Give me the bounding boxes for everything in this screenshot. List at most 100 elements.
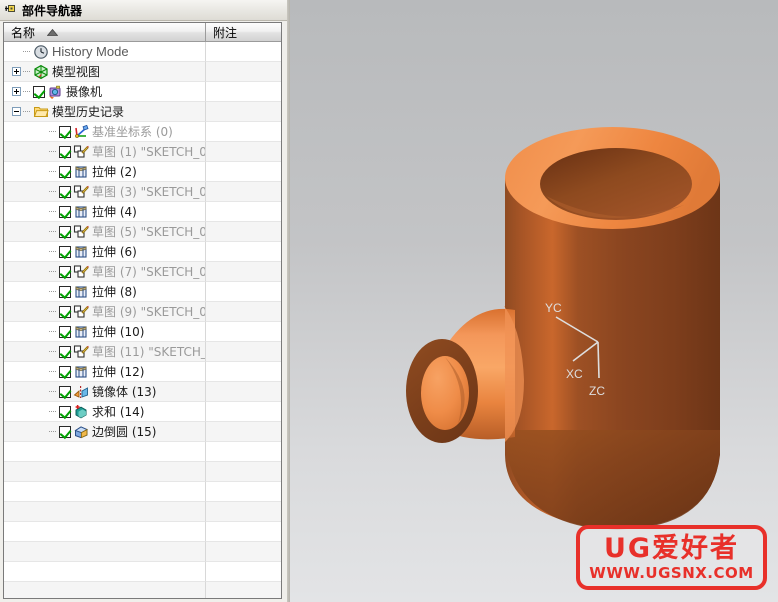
tree-row[interactable]: 模型历史记录 xyxy=(4,102,281,122)
tree-row-note-cell[interactable] xyxy=(206,262,281,282)
tree-row[interactable]: 草图 (9) "SKETCH_0... xyxy=(4,302,281,322)
pin-icon[interactable] xyxy=(0,1,22,19)
tree-row-name-cell[interactable]: 草图 (7) "SKETCH_0... xyxy=(4,262,206,282)
tree-row-note-cell[interactable] xyxy=(206,362,281,382)
tree-row[interactable]: 草图 (5) "SKETCH_0... xyxy=(4,222,281,242)
tree-row-name-cell[interactable]: 基准坐标系 (0) xyxy=(4,122,206,142)
tree-row-name-cell[interactable] xyxy=(4,522,206,542)
tree-row-note-cell[interactable] xyxy=(206,482,281,502)
tree-row-name-cell[interactable]: 草图 (11) "SKETCH_... xyxy=(4,342,206,362)
tree-row-name-cell[interactable]: 模型视图 xyxy=(4,62,206,82)
expander-box[interactable] xyxy=(12,107,21,116)
tree-row-name-cell[interactable] xyxy=(4,562,206,582)
tree-row-note-cell[interactable] xyxy=(206,302,281,322)
tree-row-name-cell[interactable]: 草图 (9) "SKETCH_0... xyxy=(4,302,206,322)
feature-suppress-checkbox[interactable] xyxy=(59,285,71,298)
feature-suppress-checkbox[interactable] xyxy=(59,165,71,178)
tree-row-note-cell[interactable] xyxy=(206,422,281,442)
tree-row[interactable]: 草图 (1) "SKETCH_0... xyxy=(4,142,281,162)
tree-empty-row[interactable] xyxy=(4,542,281,562)
tree-row[interactable]: 拉伸 (2) xyxy=(4,162,281,182)
feature-suppress-checkbox[interactable] xyxy=(59,425,71,438)
tree-row-note-cell[interactable] xyxy=(206,102,281,122)
tree-row-note-cell[interactable] xyxy=(206,202,281,222)
column-header-name[interactable]: 名称 xyxy=(4,23,206,41)
tree-row[interactable]: 求和 (14) xyxy=(4,402,281,422)
tree-row-note-cell[interactable] xyxy=(206,122,281,142)
tree-row-note-cell[interactable] xyxy=(206,542,281,562)
tree-row-note-cell[interactable] xyxy=(206,282,281,302)
tree-row[interactable]: 拉伸 (8) xyxy=(4,282,281,302)
expand-icon[interactable] xyxy=(10,82,23,101)
feature-suppress-checkbox[interactable] xyxy=(59,265,71,278)
feature-suppress-checkbox[interactable] xyxy=(59,405,71,418)
tree-empty-row[interactable] xyxy=(4,582,281,598)
tree-row[interactable]: 拉伸 (6) xyxy=(4,242,281,262)
tree-row[interactable]: 拉伸 (10) xyxy=(4,322,281,342)
tree-row-note-cell[interactable] xyxy=(206,82,281,102)
tree-row-name-cell[interactable] xyxy=(4,442,206,462)
expander-box[interactable] xyxy=(12,67,21,76)
tree-row-note-cell[interactable] xyxy=(206,462,281,482)
part-navigator-tree[interactable]: 名称 附注 History Mode 模型视图 摄像机 模型历史记录 基准坐标系 (0)… xyxy=(3,22,282,599)
tree-row-note-cell[interactable] xyxy=(206,382,281,402)
tree-empty-row[interactable] xyxy=(4,562,281,582)
tree-row-name-cell[interactable]: 模型历史记录 xyxy=(4,102,206,122)
sort-ascending-icon[interactable] xyxy=(46,25,59,39)
tree-row-note-cell[interactable] xyxy=(206,242,281,262)
tree-row-name-cell[interactable]: 拉伸 (2) xyxy=(4,162,206,182)
tree-row-name-cell[interactable]: History Mode xyxy=(4,42,206,62)
tree-row-note-cell[interactable] xyxy=(206,42,281,62)
column-header-note[interactable]: 附注 xyxy=(206,23,281,41)
tree-row[interactable]: 草图 (7) "SKETCH_0... xyxy=(4,262,281,282)
tree-row-name-cell[interactable]: 草图 (3) "SKETCH_0... xyxy=(4,182,206,202)
tree-row[interactable]: History Mode xyxy=(4,42,281,62)
tree-row-name-cell[interactable]: 镜像体 (13) xyxy=(4,382,206,402)
tree-empty-row[interactable] xyxy=(4,442,281,462)
tree-row-note-cell[interactable] xyxy=(206,62,281,82)
tree-row-note-cell[interactable] xyxy=(206,562,281,582)
tree-row-name-cell[interactable] xyxy=(4,582,206,598)
tree-row-note-cell[interactable] xyxy=(206,182,281,202)
feature-suppress-checkbox[interactable] xyxy=(59,245,71,258)
tree-row-note-cell[interactable] xyxy=(206,502,281,522)
tree-row-name-cell[interactable]: 拉伸 (10) xyxy=(4,322,206,342)
tree-row-note-cell[interactable] xyxy=(206,402,281,422)
feature-suppress-checkbox[interactable] xyxy=(59,305,71,318)
feature-suppress-checkbox[interactable] xyxy=(59,385,71,398)
tree-row[interactable]: 摄像机 xyxy=(4,82,281,102)
feature-suppress-checkbox[interactable] xyxy=(59,325,71,338)
tree-row-note-cell[interactable] xyxy=(206,342,281,362)
feature-suppress-checkbox[interactable] xyxy=(59,225,71,238)
tree-row-name-cell[interactable]: 草图 (5) "SKETCH_0... xyxy=(4,222,206,242)
feature-suppress-checkbox[interactable] xyxy=(33,85,45,98)
tree-row[interactable]: 基准坐标系 (0) xyxy=(4,122,281,142)
tree-row[interactable]: 镜像体 (13) xyxy=(4,382,281,402)
tree-row[interactable]: 边倒圆 (15) xyxy=(4,422,281,442)
tree-row-note-cell[interactable] xyxy=(206,322,281,342)
tree-row-note-cell[interactable] xyxy=(206,222,281,242)
tree-empty-row[interactable] xyxy=(4,482,281,502)
tree-row-name-cell[interactable]: 边倒圆 (15) xyxy=(4,422,206,442)
tree-row-note-cell[interactable] xyxy=(206,522,281,542)
feature-suppress-checkbox[interactable] xyxy=(59,185,71,198)
tree-empty-row[interactable] xyxy=(4,462,281,482)
tree-row-name-cell[interactable]: 拉伸 (12) xyxy=(4,362,206,382)
feature-suppress-checkbox[interactable] xyxy=(59,145,71,158)
tree-row-name-cell[interactable]: 摄像机 xyxy=(4,82,206,102)
tree-row[interactable]: 拉伸 (12) xyxy=(4,362,281,382)
tree-row-name-cell[interactable]: 拉伸 (8) xyxy=(4,282,206,302)
tree-row-name-cell[interactable]: 拉伸 (6) xyxy=(4,242,206,262)
tree-row-note-cell[interactable] xyxy=(206,162,281,182)
collapse-icon[interactable] xyxy=(10,102,23,121)
graphics-viewport[interactable]: YC XC ZC xyxy=(290,0,778,602)
feature-suppress-checkbox[interactable] xyxy=(59,365,71,378)
tree-row-note-cell[interactable] xyxy=(206,442,281,462)
feature-suppress-checkbox[interactable] xyxy=(59,125,71,138)
tree-row-name-cell[interactable] xyxy=(4,482,206,502)
tree-row-name-cell[interactable] xyxy=(4,542,206,562)
feature-suppress-checkbox[interactable] xyxy=(59,345,71,358)
tree-row-name-cell[interactable] xyxy=(4,462,206,482)
tree-empty-row[interactable] xyxy=(4,522,281,542)
tree-row-name-cell[interactable]: 拉伸 (4) xyxy=(4,202,206,222)
